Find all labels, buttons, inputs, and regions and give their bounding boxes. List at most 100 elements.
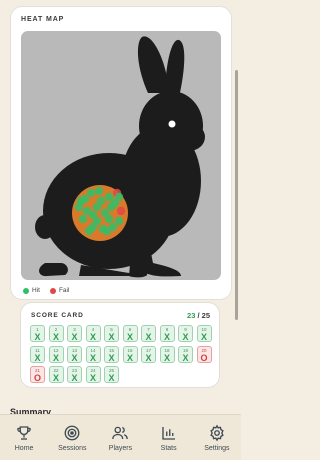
hit-marker xyxy=(106,202,116,212)
score-cell: 2X xyxy=(48,325,64,342)
heat-map-target xyxy=(21,31,221,280)
score-cell-result: X xyxy=(52,332,59,342)
score-cell-result: X xyxy=(71,373,78,383)
score-cell: 1X xyxy=(30,325,45,342)
score-cell-result: X xyxy=(34,332,41,342)
score-cell-result: X xyxy=(52,373,59,383)
hit-marker xyxy=(78,214,88,224)
score-cell-result: X xyxy=(145,332,152,342)
tab-stats[interactable]: Stats xyxy=(147,424,191,452)
hit-marker xyxy=(102,226,112,236)
score-cell-result: X xyxy=(163,332,170,342)
score-cell: 18 X xyxy=(159,345,175,363)
score-cell-result: X xyxy=(34,352,41,363)
score-cell-result: X xyxy=(126,332,133,342)
bar-chart-icon xyxy=(161,427,175,440)
tab-bar: Home Sessions Players Stats Settings xyxy=(0,414,241,460)
score-cell: 10 X xyxy=(196,325,212,342)
score-cell: 14 X xyxy=(85,345,101,363)
score-cell-result: X xyxy=(126,352,133,363)
tab-sessions[interactable]: Sessions xyxy=(50,424,94,452)
score-separator: / xyxy=(197,311,200,320)
score-cell: 9X xyxy=(178,325,193,342)
scrollbar[interactable] xyxy=(235,70,238,320)
tab-settings-label: Settings xyxy=(204,445,230,452)
score-cell: 11 X xyxy=(30,345,45,363)
tab-stats-label: Stats xyxy=(160,445,177,452)
tab-home[interactable]: Home xyxy=(2,424,46,452)
score-cell-result: X xyxy=(89,332,96,342)
heat-map-title: HEAT MAP xyxy=(21,16,65,23)
hit-marker xyxy=(104,214,114,224)
score-cell: 25 X xyxy=(104,366,119,383)
score-cell-result: O xyxy=(33,373,41,383)
score-cell: 20 O xyxy=(196,345,212,363)
hit-marker xyxy=(86,188,96,198)
rabbit-silhouette xyxy=(35,36,205,278)
score-cell-result: X xyxy=(108,352,115,363)
score-cell-result: X xyxy=(89,352,96,363)
hit-marker xyxy=(76,196,86,206)
hit-marker xyxy=(92,216,102,226)
score-count: 23 / 25 xyxy=(187,311,210,320)
score-cell: 6X xyxy=(122,325,138,342)
hit-marker xyxy=(84,226,94,236)
fail-marker xyxy=(116,206,126,216)
gear-icon xyxy=(210,424,224,442)
score-cell-result: X xyxy=(200,332,207,342)
score-cell: 21 O xyxy=(30,366,45,383)
score-card: SCORE CARD 23 / 25 1 X 2 X 3 X 4 X 5 X 6 X 7 X 8 X 9 X 10 X… xyxy=(20,302,220,388)
score-cell-result: X xyxy=(89,373,96,383)
hit-dot-icon xyxy=(23,287,29,294)
score-cell: 22 X xyxy=(48,366,64,383)
legend-fail-label: Fail xyxy=(58,287,70,294)
score-cell-result: X xyxy=(163,352,170,363)
hit-marker xyxy=(114,192,124,202)
tab-players[interactable]: Players xyxy=(98,424,142,452)
score-cell: 3X xyxy=(67,325,82,342)
score-cell: 15 X xyxy=(104,345,119,363)
score-cell: 17 X xyxy=(141,345,156,363)
users-icon xyxy=(112,426,129,440)
hit-marker xyxy=(104,192,114,202)
target-icon xyxy=(64,425,80,441)
score-cell-result: X xyxy=(71,352,78,363)
score-cell: 23 X xyxy=(67,366,82,383)
rabbit-target-svg xyxy=(35,36,205,278)
score-cell: 7X xyxy=(141,325,156,342)
legend-hit-label: Hit xyxy=(32,287,40,294)
score-cell-result: X xyxy=(52,352,59,363)
score-cell-result: X xyxy=(108,373,115,383)
score-cell: 5X xyxy=(104,325,119,342)
score-cell: 16 X xyxy=(122,345,138,363)
score-cell: 13 X xyxy=(67,345,82,363)
heat-map-legend: Hit Fail xyxy=(23,287,69,294)
trophy-icon xyxy=(17,426,31,440)
hit-marker xyxy=(82,206,92,216)
heat-map-card: HEAT MAP Hit Fail xyxy=(10,6,232,300)
score-cell-result: O xyxy=(200,352,208,363)
score-cell: 12 X xyxy=(48,345,64,363)
score-cell: 8X xyxy=(159,325,175,342)
tab-players-label: Players xyxy=(108,445,133,452)
score-cell: 24 X xyxy=(85,366,101,383)
hit-marker xyxy=(114,216,124,226)
hit-marker xyxy=(96,196,106,206)
legend-hit: Hit xyxy=(23,287,40,294)
score-card-title: SCORE CARD xyxy=(31,312,84,319)
score-cell-result: X xyxy=(182,352,189,363)
score-hits: 23 xyxy=(187,311,196,320)
score-total: 25 xyxy=(201,311,210,320)
tab-settings[interactable]: Settings xyxy=(195,424,239,452)
score-cell-result: X xyxy=(71,332,78,342)
tab-sessions-label: Sessions xyxy=(58,445,87,452)
screen: HEAT MAP Hit Fail SCORE CARD 23 / 25 1 X… xyxy=(0,0,241,460)
hit-marker xyxy=(94,186,104,196)
score-cell: 4X xyxy=(85,325,101,342)
score-cell-result: X xyxy=(182,332,189,342)
legend-fail: Fail xyxy=(49,287,70,294)
score-cell-result: X xyxy=(145,352,152,363)
tab-home-label: Home xyxy=(14,445,34,452)
score-cell: 19 X xyxy=(178,345,193,363)
fail-dot-icon xyxy=(49,287,56,294)
